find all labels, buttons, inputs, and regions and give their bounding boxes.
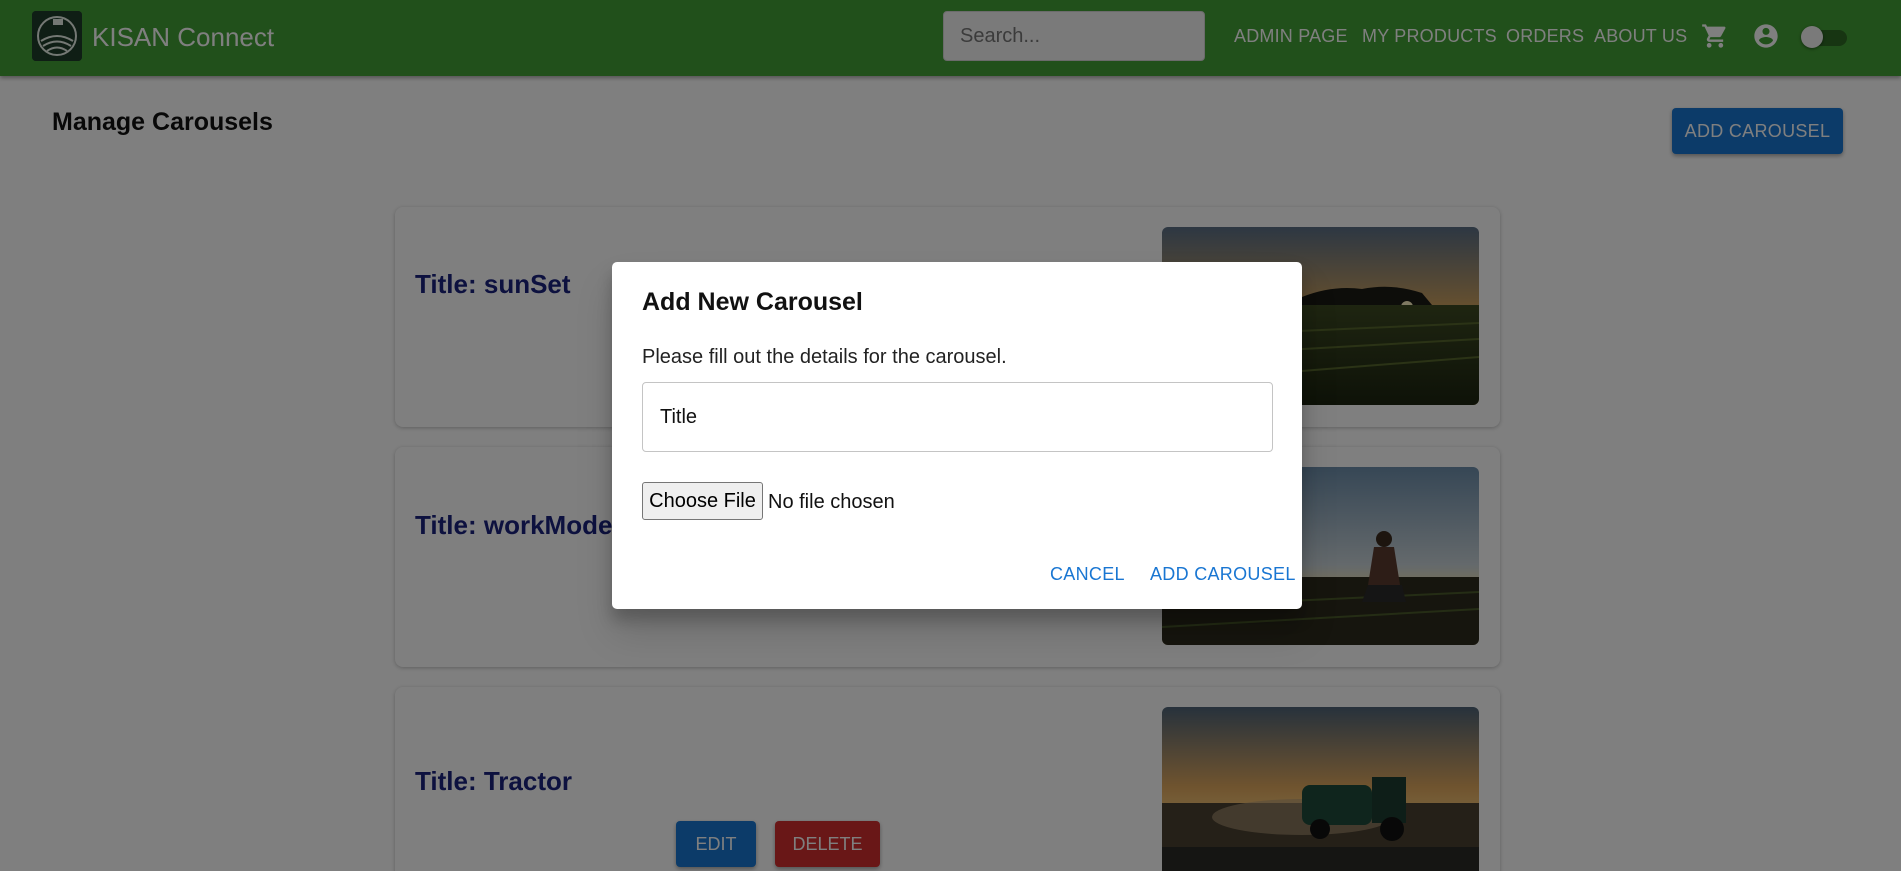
file-status-text: No file chosen bbox=[768, 491, 895, 513]
dialog-title: Add New Carousel bbox=[642, 288, 863, 316]
cancel-button[interactable]: CANCEL bbox=[1050, 564, 1125, 585]
choose-file-button[interactable]: Choose File bbox=[642, 482, 763, 520]
submit-add-carousel-button[interactable]: ADD CAROUSEL bbox=[1150, 564, 1296, 585]
add-carousel-dialog: Add New Carousel Please fill out the det… bbox=[612, 262, 1302, 609]
carousel-title-input[interactable] bbox=[642, 382, 1273, 452]
dialog-description: Please fill out the details for the caro… bbox=[642, 346, 1007, 368]
